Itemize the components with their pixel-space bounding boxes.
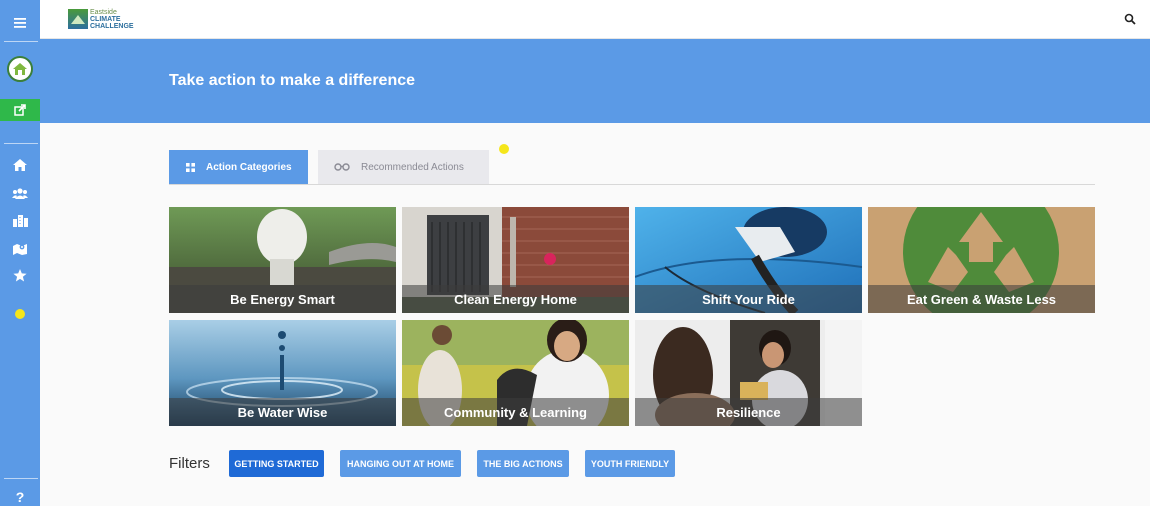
notification-dot <box>499 144 509 154</box>
home-avatar-icon <box>7 56 33 82</box>
hamburger-menu-icon[interactable] <box>0 12 40 34</box>
sidebar-item-communities[interactable] <box>0 212 40 228</box>
sidebar-item-indicator[interactable] <box>0 308 40 320</box>
share-icon <box>13 104 26 116</box>
search-icon <box>1124 13 1136 25</box>
category-card-be-energy-smart[interactable]: Be Energy Smart <box>169 207 396 313</box>
category-label: Resilience <box>635 398 862 426</box>
filter-the-big-actions-button[interactable]: THE BIG ACTIONS <box>477 450 569 477</box>
logo-text: Eastside CLIMATE CHALLENGE <box>90 9 134 30</box>
yellow-dot-icon <box>15 309 25 319</box>
hero-banner: Take action to make a difference <box>40 39 1150 123</box>
users-icon <box>12 187 28 199</box>
top-bar: Eastside CLIMATE CHALLENGE <box>40 0 1150 39</box>
sidebar-item-teams[interactable] <box>0 185 40 201</box>
home-avatar-button[interactable] <box>0 55 40 83</box>
home-icon <box>13 159 27 171</box>
category-label: Be Energy Smart <box>169 285 396 313</box>
sidebar-item-map[interactable] <box>0 240 40 256</box>
glasses-icon <box>334 163 350 171</box>
sidebar-item-favorites[interactable] <box>0 267 40 283</box>
category-label: Clean Energy Home <box>402 285 629 313</box>
logo-line-1: Eastside <box>90 9 117 16</box>
category-card-resilience[interactable]: Resilience <box>635 320 862 426</box>
tab-label: Recommended Actions <box>361 161 464 173</box>
category-label: Eat Green & Waste Less <box>868 285 1095 313</box>
sidebar-divider <box>4 478 38 479</box>
sidebar-divider <box>4 143 38 144</box>
tab-recommended-actions[interactable]: Recommended Actions <box>318 150 489 184</box>
sidebar: ? <box>0 0 40 506</box>
sidebar-divider <box>4 41 38 42</box>
tab-action-categories[interactable]: Action Categories <box>169 150 308 184</box>
page-title: Take action to make a difference <box>169 72 416 89</box>
sidebar-item-home[interactable] <box>0 157 40 173</box>
category-label: Community & Learning <box>402 398 629 426</box>
category-card-clean-energy-home[interactable]: Clean Energy Home <box>402 207 629 313</box>
category-card-be-water-wise[interactable]: Be Water Wise <box>169 320 396 426</box>
search-button[interactable] <box>1124 12 1138 26</box>
share-button[interactable] <box>0 99 40 121</box>
grid-icon <box>186 162 195 172</box>
category-label: Shift Your Ride <box>635 285 862 313</box>
filters-label: Filters <box>169 455 210 472</box>
logo-mark-icon <box>68 9 88 29</box>
map-icon <box>13 243 27 255</box>
filter-hanging-out-at-home-button[interactable]: HANGING OUT AT HOME <box>340 450 461 477</box>
category-card-eat-green-waste-less[interactable]: Eat Green & Waste Less <box>868 207 1095 313</box>
star-icon <box>13 268 27 281</box>
city-icon <box>12 214 28 227</box>
category-card-community-learning[interactable]: Community & Learning <box>402 320 629 426</box>
logo-line-3: CHALLENGE <box>90 23 134 30</box>
help-icon[interactable]: ? <box>0 488 40 506</box>
tab-label: Action Categories <box>206 161 292 173</box>
filter-youth-friendly-button[interactable]: YOUTH FRIENDLY <box>585 450 675 477</box>
filter-getting-started-button[interactable]: GETTING STARTED <box>229 450 324 477</box>
category-label: Be Water Wise <box>169 398 396 426</box>
logo[interactable]: Eastside CLIMATE CHALLENGE <box>68 9 134 30</box>
logo-line-2: CLIMATE <box>90 16 121 23</box>
tab-divider <box>169 184 1095 185</box>
category-card-shift-your-ride[interactable]: Shift Your Ride <box>635 207 862 313</box>
